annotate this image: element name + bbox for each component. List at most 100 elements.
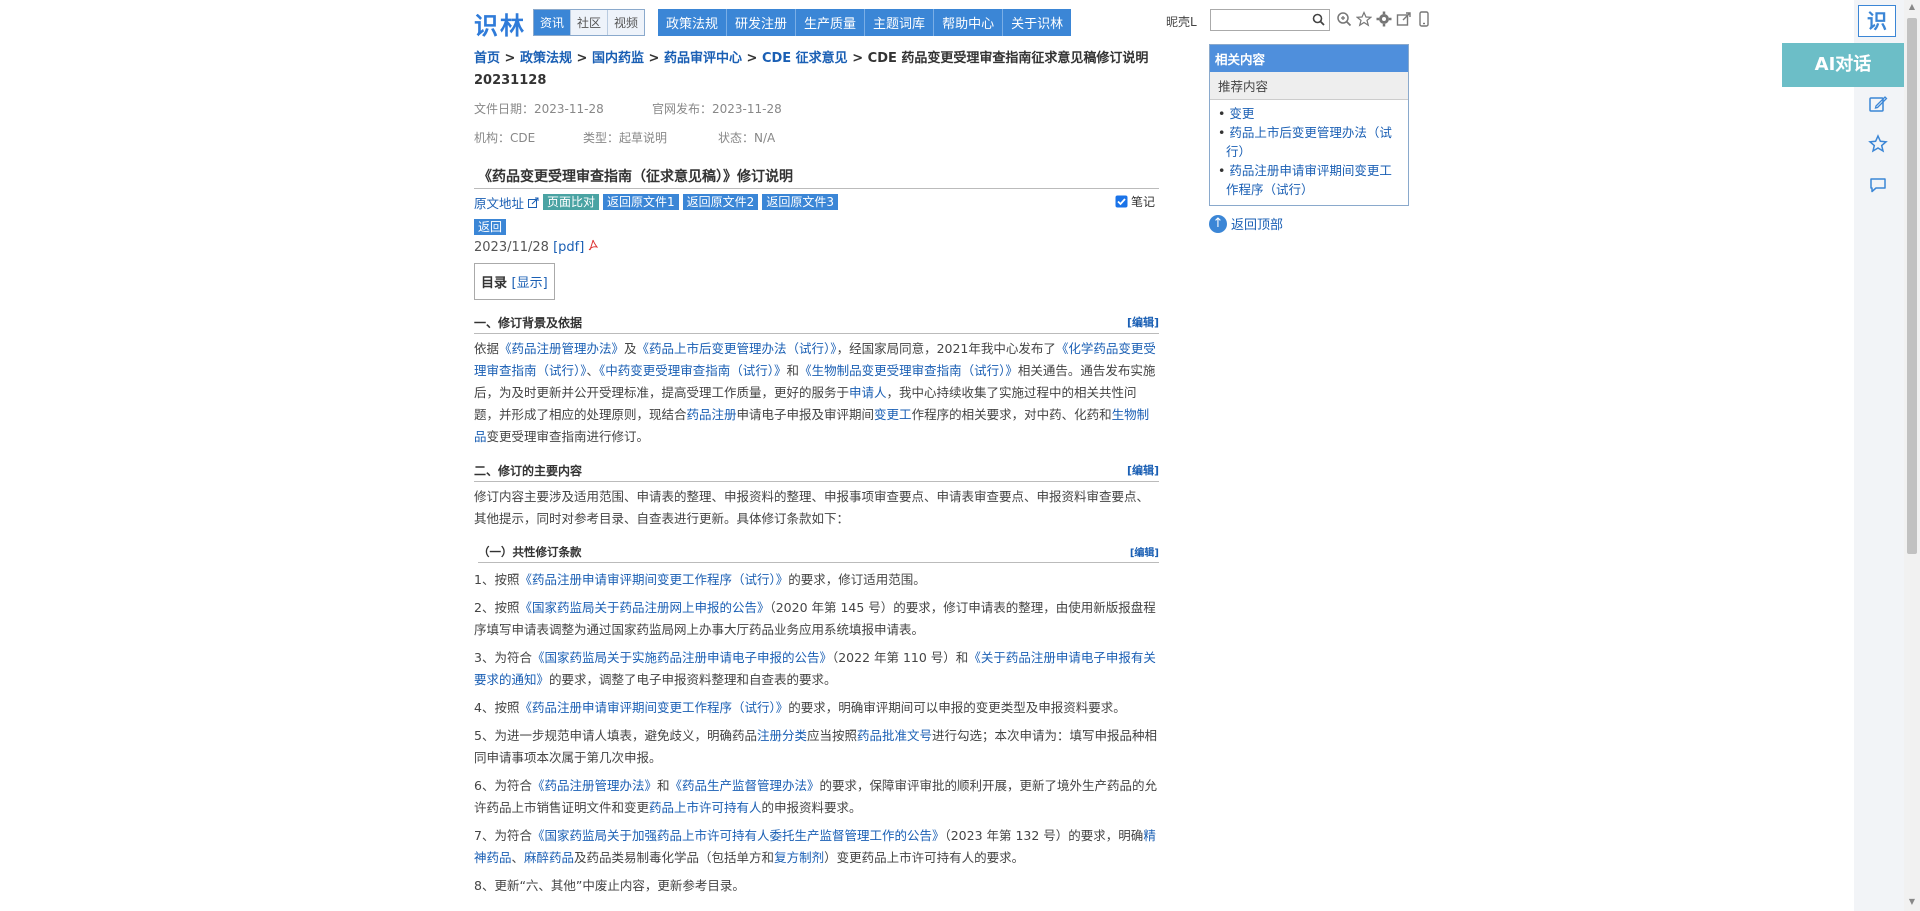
table-of-contents: 目录 [显示] bbox=[474, 263, 555, 300]
comment-icon[interactable] bbox=[1868, 175, 1888, 195]
site-logo[interactable]: 识林 bbox=[474, 6, 526, 41]
text: 的申报资料要求。 bbox=[761, 800, 862, 815]
nav-policy[interactable]: 政策法规 bbox=[658, 9, 728, 36]
edit-link[interactable]: [编辑] bbox=[1130, 544, 1159, 560]
related-link[interactable]: 药品注册申请审评期间变更工作程序（试行） bbox=[1226, 163, 1392, 197]
org-label: 机构： bbox=[474, 131, 511, 145]
inline-link[interactable]: 《药品生产监督管理办法》 bbox=[669, 778, 819, 793]
list-item: 3、为符合《国家药监局关于实施药品注册申请电子申报的公告》（2022 年第 11… bbox=[474, 647, 1159, 691]
original-link[interactable]: 原文地址 bbox=[474, 193, 524, 212]
tab-video[interactable]: 视频 bbox=[608, 10, 645, 35]
recommended-heading: 推荐内容 bbox=[1210, 72, 1408, 100]
zoom-icon[interactable] bbox=[1336, 11, 1352, 27]
inline-link[interactable]: 《药品上市后变更管理办法（试行）》 bbox=[637, 341, 837, 356]
favorite-star-icon[interactable] bbox=[1868, 134, 1888, 154]
nav-help-center[interactable]: 帮助中心 bbox=[934, 9, 1004, 36]
breadcrumb-policy[interactable]: 政策法规 bbox=[520, 51, 572, 66]
list-item: 6、为符合《药品注册管理办法》和《药品生产监督管理办法》的要求，保障审评审批的顺… bbox=[474, 775, 1159, 819]
document-date: 2023/11/28 bbox=[474, 240, 549, 255]
back-original-3-button[interactable]: 返回原文件3 bbox=[762, 194, 838, 210]
related-box: 相关内容 推荐内容 变更 药品上市后变更管理办法（试行） 药品注册申请审评期间变… bbox=[1209, 44, 1409, 206]
inline-link[interactable]: 《国家药监局关于药品注册网上申报的公告》 bbox=[519, 600, 769, 615]
text: 依据 bbox=[474, 341, 500, 356]
list-item: 药品上市后变更管理办法（试行） bbox=[1218, 123, 1400, 161]
back-to-top-link[interactable]: 返回顶部 bbox=[1231, 214, 1283, 233]
document-title: 《药品变更受理审查指南（征求意见稿）》修订说明 bbox=[474, 156, 1159, 189]
inline-link[interactable]: 注册分类 bbox=[757, 728, 807, 743]
breadcrumb-cde-opinion[interactable]: CDE 征求意见 bbox=[762, 51, 848, 66]
inline-link[interactable]: 《国家药监局关于实施药品注册申请电子申报的公告》 bbox=[532, 650, 832, 665]
inline-link[interactable]: 《国家药监局关于加强药品上市许可持有人委托生产监督管理工作的公告》 bbox=[532, 828, 945, 843]
edit-link[interactable]: [编辑] bbox=[1127, 462, 1159, 479]
text: 5、为进一步规范申请人填表，避免歧义，明确药品 bbox=[474, 728, 757, 743]
search-input[interactable] bbox=[1211, 12, 1311, 30]
inline-link[interactable]: 变更工 bbox=[874, 407, 912, 422]
edit-link[interactable]: [编辑] bbox=[1127, 314, 1159, 331]
compare-button[interactable]: 页面比对 bbox=[543, 194, 600, 210]
edit-note-icon[interactable] bbox=[1868, 94, 1888, 114]
section-2a-title: （一）共性修订条款 bbox=[478, 545, 582, 559]
inline-link[interactable]: 《药品注册管理办法》 bbox=[532, 778, 657, 793]
share-icon[interactable] bbox=[1396, 11, 1412, 27]
type-value: 起草说明 bbox=[619, 131, 668, 145]
status-label: 状态： bbox=[718, 131, 755, 145]
mobile-icon[interactable] bbox=[1416, 11, 1432, 27]
inline-link[interactable]: 申请人 bbox=[849, 385, 887, 400]
back-original-2-button[interactable]: 返回原文件2 bbox=[682, 194, 759, 210]
pdf-link[interactable]: [pdf] bbox=[553, 240, 584, 255]
back-to-top[interactable]: ↑ 返回顶部 bbox=[1209, 214, 1409, 233]
text: 应当按照 bbox=[806, 728, 857, 743]
nav-topic-glossary[interactable]: 主题词库 bbox=[865, 9, 935, 36]
checkbox-checked-icon[interactable] bbox=[1115, 195, 1128, 208]
breadcrumb-sep: > bbox=[746, 51, 758, 66]
nav-about[interactable]: 关于识林 bbox=[1003, 9, 1071, 36]
breadcrumb-domestic[interactable]: 国内药监 bbox=[592, 51, 644, 66]
text: （2023 年第 132 号）的要求，明确 bbox=[944, 828, 1144, 843]
breadcrumb-cde[interactable]: 药品审评中心 bbox=[664, 51, 742, 66]
tab-community[interactable]: 社区 bbox=[571, 10, 609, 35]
file-date: 2023-11-28 bbox=[534, 102, 604, 116]
scrollbar-thumb[interactable] bbox=[1907, 18, 1917, 554]
inline-link[interactable]: 《药品注册管理办法》 bbox=[499, 341, 624, 356]
pdf-icon[interactable] bbox=[588, 239, 599, 251]
inline-link[interactable]: 《药品注册申请审评期间变更工作程序（试行）》 bbox=[519, 572, 788, 587]
breadcrumb-home[interactable]: 首页 bbox=[474, 51, 500, 66]
gear-icon[interactable] bbox=[1376, 11, 1392, 27]
inline-link[interactable]: 《药品注册申请审评期间变更工作程序（试行）》 bbox=[519, 700, 788, 715]
meta-dates: 文件日期：2023-11-28 官网发布：2023-11-28 bbox=[474, 100, 1159, 117]
nav-rd-registration[interactable]: 研发注册 bbox=[727, 9, 797, 36]
text: 及 bbox=[624, 341, 637, 356]
scroll-up-arrow-icon[interactable]: ▲ bbox=[1906, 2, 1918, 14]
inline-link[interactable]: 药品上市许可持有人 bbox=[649, 800, 762, 815]
inline-link[interactable]: 《中药变更受理审查指南（试行）》 bbox=[599, 363, 787, 378]
search-icon[interactable] bbox=[1312, 13, 1325, 26]
related-link[interactable]: 药品上市后变更管理办法（试行） bbox=[1226, 125, 1392, 159]
text: 的要求，明确审评期间可以申报的变更类型及申报资料要求。 bbox=[788, 700, 1126, 715]
inline-link[interactable]: 药品注册 bbox=[687, 407, 737, 422]
content-type-tabs: 资讯 社区 视频 bbox=[533, 9, 646, 36]
ai-chat-button[interactable]: AI对话 bbox=[1782, 43, 1904, 87]
toc-toggle[interactable]: [显示] bbox=[512, 276, 548, 291]
user-name[interactable]: 昵壳L bbox=[1166, 13, 1197, 30]
related-link[interactable]: 变更 bbox=[1229, 106, 1254, 121]
list-item: 1、按照《药品注册申请审评期间变更工作程序（试行）》的要求，修订适用范围。 bbox=[474, 569, 1159, 591]
section-2-paragraph: 修订内容主要涉及适用范围、申请表的整理、申报资料的整理、申报事项审查要点、申请表… bbox=[474, 489, 1150, 526]
nav-production-quality[interactable]: 生产质量 bbox=[796, 9, 866, 36]
scroll-down-arrow-icon[interactable]: ▼ bbox=[1906, 897, 1918, 909]
back-button[interactable]: 返回 bbox=[474, 219, 507, 235]
inline-link[interactable]: 复方制剂 bbox=[774, 850, 824, 865]
text: 的要求，调整了电子申报资料整理和自查表的要求。 bbox=[549, 672, 837, 687]
external-link-icon[interactable] bbox=[528, 197, 539, 208]
text: 8、更新“六、其他”中废止内容，更新参考目录。 bbox=[474, 878, 745, 893]
inline-link[interactable]: 麻醉药品 bbox=[524, 850, 574, 865]
tab-news[interactable]: 资讯 bbox=[534, 10, 572, 35]
text: 6、为符合 bbox=[474, 778, 532, 793]
back-original-1-button[interactable]: 返回原文件1 bbox=[603, 194, 679, 210]
inline-link[interactable]: 药品批准文号 bbox=[857, 728, 932, 743]
star-icon[interactable] bbox=[1356, 11, 1372, 27]
breadcrumb: 首页 > 政策法规 > 国内药监 > 药品审评中心 > CDE 征求意见 > C… bbox=[474, 48, 1159, 92]
inline-link[interactable]: 《生物制品变更受理审查指南（试行）》 bbox=[799, 363, 1018, 378]
arrow-up-icon[interactable]: ↑ bbox=[1209, 214, 1227, 233]
rail-logo-button[interactable]: 识 bbox=[1858, 5, 1896, 37]
list-item: 7、为符合《国家药监局关于加强药品上市许可持有人委托生产监督管理工作的公告》（2… bbox=[474, 825, 1159, 869]
